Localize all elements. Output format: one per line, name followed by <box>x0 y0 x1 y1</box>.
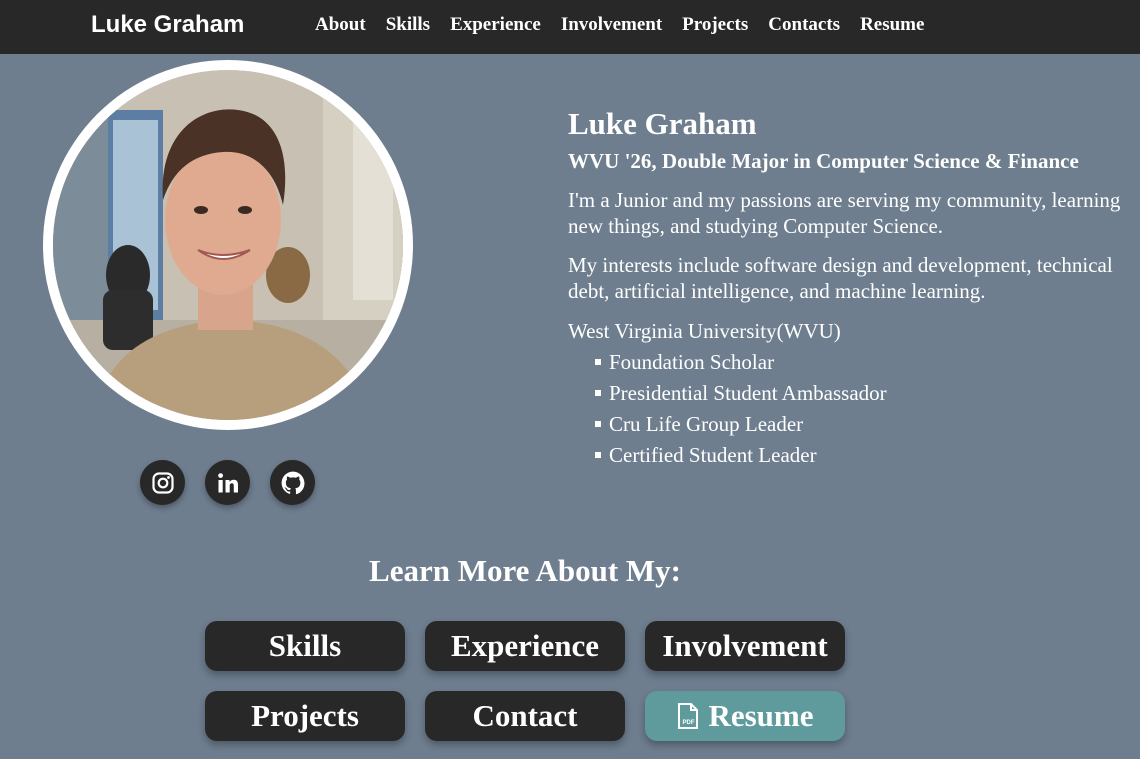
nav-link-projects[interactable]: Projects <box>682 13 748 37</box>
nav-link-resume[interactable]: Resume <box>860 13 924 37</box>
nav-link-contacts[interactable]: Contacts <box>768 13 840 37</box>
achievement-text: Certified Student Leader <box>609 443 817 467</box>
github-icon[interactable] <box>270 460 315 505</box>
profile-photo <box>53 70 403 420</box>
resume-button-label: Resume <box>708 698 814 733</box>
bullet-icon <box>595 421 601 427</box>
achievement-text: Foundation Scholar <box>609 350 775 374</box>
brand-link[interactable]: Luke Graham <box>91 10 244 40</box>
bullet-icon <box>595 359 601 365</box>
bio-paragraph-interests: My interests include software design and… <box>568 253 1113 303</box>
bullet-icon <box>595 390 601 396</box>
instagram-icon[interactable] <box>140 460 185 505</box>
social-links <box>140 460 315 505</box>
bio-section: Luke Graham WVU '26, Double Major in Com… <box>568 106 1138 473</box>
profile-photo-frame <box>43 60 413 430</box>
achievement-text: Presidential Student Ambassador <box>609 381 887 405</box>
list-item: Foundation Scholar <box>593 349 1138 375</box>
learn-more-title: Learn More About My: <box>369 553 681 588</box>
bio-paragraph-passions: I'm a Junior and my passions are serving… <box>568 188 1121 238</box>
nav-link-about[interactable]: About <box>315 13 366 37</box>
nav-link-involvement[interactable]: Involvement <box>561 13 662 37</box>
svg-text:PDF: PDF <box>683 720 695 726</box>
bio-name: Luke Graham <box>568 106 757 141</box>
linkedin-icon[interactable] <box>205 460 250 505</box>
experience-button[interactable]: Experience <box>425 621 625 671</box>
skills-button[interactable]: Skills <box>205 621 405 671</box>
projects-button[interactable]: Projects <box>205 691 405 741</box>
bullet-icon <box>595 452 601 458</box>
pdf-file-icon: PDF <box>678 703 699 729</box>
achievement-text: Cru Life Group Leader <box>609 412 804 436</box>
list-item: Certified Student Leader <box>593 442 1138 468</box>
contact-button[interactable]: Contact <box>425 691 625 741</box>
involvement-button[interactable]: Involvement <box>645 621 845 671</box>
resume-button[interactable]: PDF Resume <box>645 691 845 741</box>
nav-links: About Skills Experience Involvement Proj… <box>315 13 924 37</box>
achievements-list: Foundation Scholar Presidential Student … <box>593 349 1138 468</box>
navbar: Luke Graham About Skills Experience Invo… <box>0 0 1140 54</box>
list-item: Cru Life Group Leader <box>593 411 1138 437</box>
nav-link-skills[interactable]: Skills <box>386 13 430 37</box>
nav-link-experience[interactable]: Experience <box>450 13 541 37</box>
profile-photo-illustration <box>53 70 403 420</box>
bio-school: West Virginia University(WVU) <box>568 319 841 343</box>
bio-subtitle: WVU '26, Double Major in Computer Scienc… <box>568 149 1079 173</box>
list-item: Presidential Student Ambassador <box>593 380 1138 406</box>
